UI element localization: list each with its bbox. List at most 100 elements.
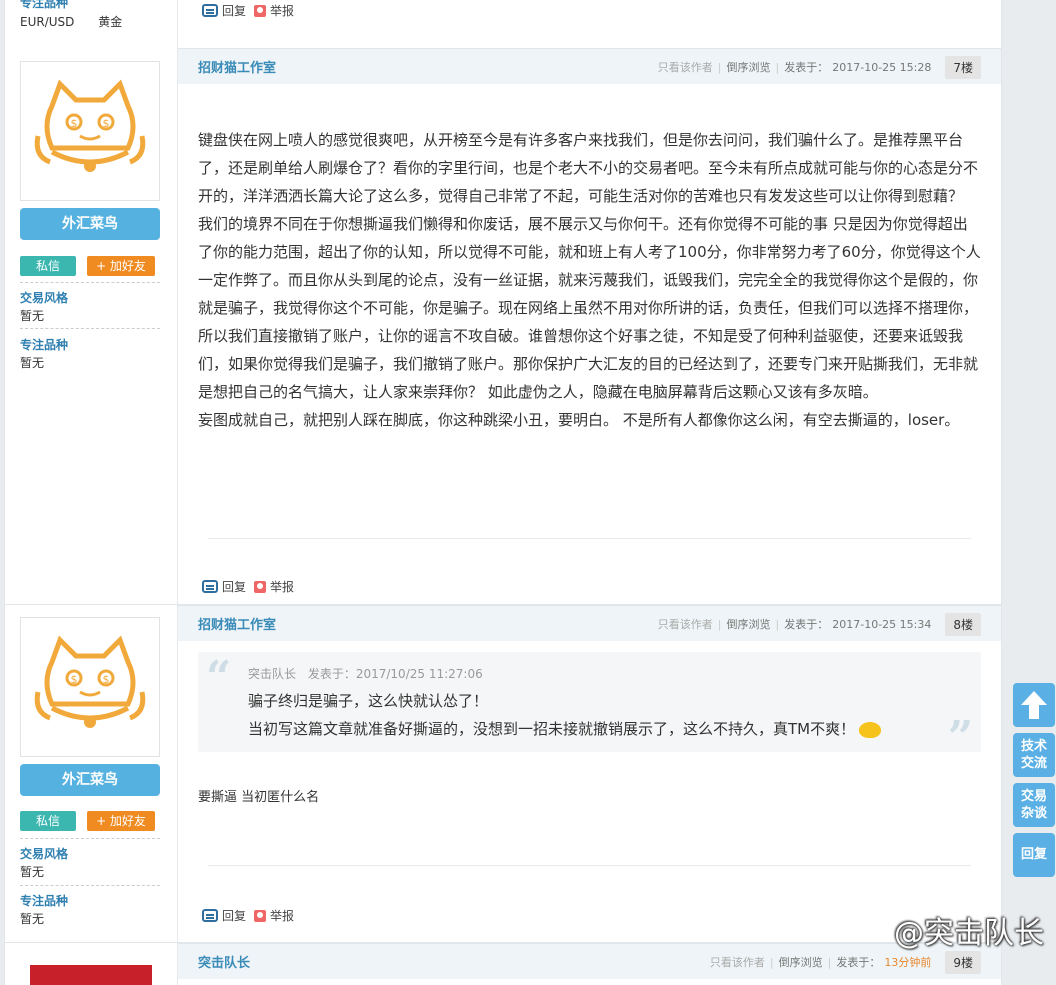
reply-link[interactable]: 回复 <box>222 2 246 19</box>
posted-time: 13分钟前 <box>884 956 932 969</box>
divider <box>20 838 160 839</box>
focus-label: 专注品种 <box>20 0 69 10</box>
reverse-order-link[interactable]: 倒序浏览 <box>727 616 771 632</box>
reply-icon[interactable] <box>202 580 218 593</box>
post-9-main: 突击队长 只看该作者 | 倒序浏览 | 发表于： 13分钟前 9楼 <box>178 943 1001 985</box>
quote-time: 发表于：2017/10/25 11:27:06 <box>307 667 483 681</box>
separator: | <box>717 617 722 631</box>
private-message-button[interactable]: 私信 <box>20 811 76 831</box>
trading-style-value: 暂无 <box>20 865 45 879</box>
divider <box>20 282 160 283</box>
trading-style-value: 暂无 <box>20 309 45 323</box>
post-7-main: 招财猫工作室 只看该作者 | 倒序浏览 | 发表于： 2017-10-25 15… <box>178 48 1001 605</box>
focus-label: 专注品种 <box>20 338 69 352</box>
forum-thread: 专注品种 EUR/USD 黄金 回复 举报 $ $ 外汇菜鸟 私信 + 加好友 … <box>4 0 1002 985</box>
separator: | <box>775 617 780 631</box>
post-header: 突击队长 只看该作者 | 倒序浏览 | 发表于： 13分钟前 9楼 <box>178 943 1001 979</box>
lucky-cat-icon: $ $ <box>34 635 146 728</box>
divider <box>20 328 160 329</box>
avatar[interactable] <box>30 965 152 985</box>
prev-post-actions: 回复 举报 <box>202 2 294 19</box>
quote-line: 骗子终归是骗子，这么快就认怂了！ <box>248 692 489 710</box>
separator: | <box>769 955 774 969</box>
quote-header: 突击队长 发表于：2017/10/25 11:27:06 <box>248 665 483 682</box>
trading-style-label: 交易风格 <box>20 847 69 861</box>
author-name[interactable]: 招财猫工作室 <box>198 57 276 76</box>
author-name[interactable]: 突击队长 <box>198 952 250 971</box>
emoji-icon <box>859 721 882 738</box>
watermark: @突击队长 <box>894 916 1044 951</box>
author-name[interactable]: 招财猫工作室 <box>198 614 276 633</box>
svg-text:$: $ <box>71 117 78 130</box>
report-link[interactable]: 举报 <box>270 578 294 595</box>
post-meta: 只看该作者 | 倒序浏览 | 发表于： 2017-10-25 15:28 7楼 <box>658 49 981 85</box>
posted-label: 发表于： <box>784 618 829 631</box>
post-meta: 只看该作者 | 倒序浏览 | 发表于： 2017-10-25 15:34 8楼 <box>658 606 981 642</box>
focus-value: EUR/USD 黄金 <box>20 13 122 30</box>
avatar[interactable]: $ $ <box>20 61 160 201</box>
post-header: 招财猫工作室 只看该作者 | 倒序浏览 | 发表于： 2017-10-25 15… <box>178 605 1001 641</box>
quote-block: “ 突击队长 发表于：2017/10/25 11:27:06 骗子终归是骗子，这… <box>198 652 981 760</box>
post-actions: 回复 举报 <box>202 578 294 595</box>
svg-text:$: $ <box>103 117 110 130</box>
prev-post-main: 回复 举报 <box>178 0 1001 48</box>
post-body: 要撕逼 当初匿什么名 <box>198 790 320 805</box>
paragraph: 妄图成就自己，就把别人踩在脚底，你这种跳梁小丑，要明白。 不是所有人都像你这么闲… <box>198 411 960 429</box>
quote-text: 当初写这篇文章就准备好撕逼的，没想到一招未接就撤销展示了，这么不持久，真TM不爽… <box>248 720 856 738</box>
post-header: 招财猫工作室 只看该作者 | 倒序浏览 | 发表于： 2017-10-25 15… <box>178 48 1001 84</box>
separator: | <box>775 60 780 74</box>
only-author-link[interactable]: 只看该作者 <box>658 59 713 75</box>
add-friend-button[interactable]: + 加好友 <box>87 811 155 831</box>
quote-close-icon: ” <box>947 712 973 763</box>
reply-float-button[interactable]: 回复 <box>1013 833 1055 877</box>
private-message-button[interactable]: 私信 <box>20 256 76 276</box>
divider <box>208 865 971 866</box>
svg-text:$: $ <box>103 673 110 686</box>
back-to-top-button[interactable] <box>1013 683 1055 727</box>
reply-link[interactable]: 回复 <box>222 907 246 924</box>
focus-value: 暂无 <box>20 912 45 926</box>
focus-label: 专注品种 <box>20 894 69 908</box>
trading-chat-button[interactable]: 交易杂谈 <box>1013 783 1055 827</box>
quote-open-icon: “ <box>206 652 232 703</box>
report-link[interactable]: 举报 <box>270 2 294 19</box>
only-author-link[interactable]: 只看该作者 <box>658 616 713 632</box>
focus-value-gold: 黄金 <box>98 15 123 29</box>
post-body: 键盘侠在网上喷人的感觉很爽吧，从开榜至今是有许多客户来找我们，但是你去问问，我们… <box>178 126 1001 434</box>
reverse-order-link[interactable]: 倒序浏览 <box>779 954 823 970</box>
lucky-cat-icon: $ $ <box>34 79 146 172</box>
floor-number[interactable]: 9楼 <box>945 950 981 974</box>
posted-label: 发表于： <box>836 956 881 969</box>
report-icon[interactable] <box>254 909 267 922</box>
post-7-sidebar: $ $ 外汇菜鸟 私信 + 加好友 交易风格 暂无 专注品种 暂无 <box>5 48 178 605</box>
svg-text:$: $ <box>71 673 78 686</box>
user-level-badge[interactable]: 外汇菜鸟 <box>20 208 160 240</box>
report-link[interactable]: 举报 <box>270 907 294 924</box>
divider <box>20 885 160 886</box>
floor-number[interactable]: 7楼 <box>945 55 981 79</box>
trading-style-label: 交易风格 <box>20 291 69 305</box>
post-8-sidebar: $ $ 外汇菜鸟 私信 + 加好友 交易风格 暂无 专注品种 暂无 <box>5 605 178 943</box>
only-author-link[interactable]: 只看该作者 <box>710 954 765 970</box>
reply-icon[interactable] <box>202 909 218 922</box>
post-8-main: 招财猫工作室 只看该作者 | 倒序浏览 | 发表于： 2017-10-25 15… <box>178 605 1001 943</box>
quote-author: 突击队长 <box>248 667 297 681</box>
focus-value: 暂无 <box>20 356 45 370</box>
avatar[interactable]: $ $ <box>20 617 160 757</box>
quote-line: 当初写这篇文章就准备好撕逼的，没想到一招未接就撤销展示了，这么不持久，真TM不爽… <box>248 718 882 739</box>
reply-icon[interactable] <box>202 4 218 17</box>
reply-link[interactable]: 回复 <box>222 578 246 595</box>
posted-label: 发表于： <box>784 61 829 74</box>
reverse-order-link[interactable]: 倒序浏览 <box>727 59 771 75</box>
prev-post-sidebar: 专注品种 EUR/USD 黄金 <box>5 0 178 48</box>
floor-number[interactable]: 8楼 <box>945 612 981 636</box>
user-level-badge[interactable]: 外汇菜鸟 <box>20 764 160 796</box>
separator: | <box>827 955 832 969</box>
post-actions: 回复 举报 <box>202 907 294 924</box>
divider <box>208 538 971 539</box>
report-icon[interactable] <box>254 580 267 593</box>
report-icon[interactable] <box>254 4 267 17</box>
add-friend-button[interactable]: + 加好友 <box>87 256 155 276</box>
paragraph: 键盘侠在网上喷人的感觉很爽吧，从开榜至今是有许多客户来找我们，但是你去问问，我们… <box>198 131 979 205</box>
tech-exchange-button[interactable]: 技术交流 <box>1013 733 1055 777</box>
